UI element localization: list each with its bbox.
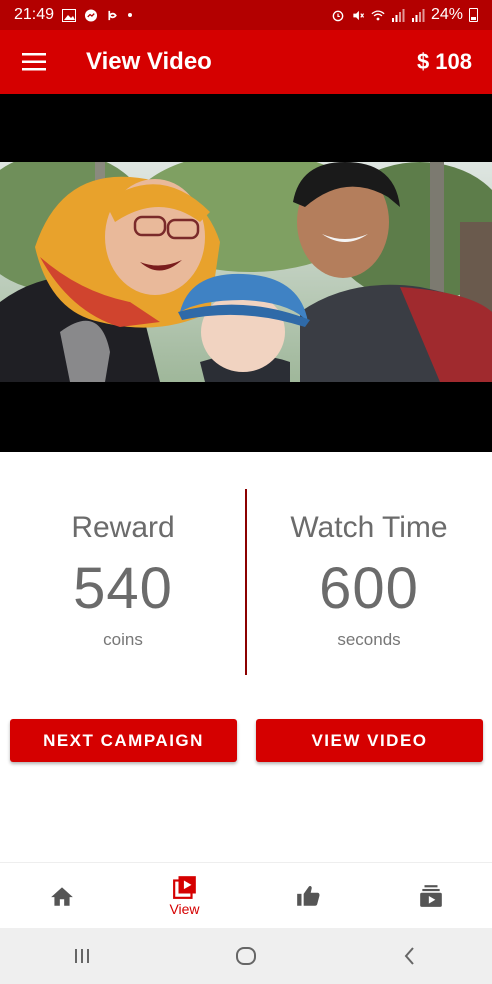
nav-view[interactable]: View [123, 863, 246, 928]
next-campaign-button[interactable]: NEXT CAMPAIGN [10, 719, 237, 762]
recent-apps-icon [75, 949, 89, 963]
notification-dot-icon [128, 13, 133, 17]
recent-apps-button[interactable] [52, 936, 112, 976]
battery-icon [469, 8, 478, 22]
alarm-icon [332, 10, 344, 21]
hamburger-menu-icon [22, 53, 46, 71]
reward-label: Reward [71, 511, 175, 544]
nav-likes[interactable] [246, 863, 369, 928]
back-button[interactable] [380, 936, 440, 976]
menu-button[interactable] [0, 30, 68, 94]
back-chevron-icon [404, 947, 414, 965]
home-icon [50, 886, 73, 906]
page-title: View Video [86, 48, 212, 75]
home-button[interactable] [216, 936, 276, 976]
play-video-icon [172, 876, 196, 899]
home-circle-icon [236, 947, 256, 965]
nav-subscriptions[interactable] [369, 863, 492, 928]
view-video-button[interactable]: VIEW VIDEO [256, 719, 483, 762]
status-time: 21:49 [14, 6, 55, 23]
signal-icon [411, 8, 425, 22]
status-left: 21:49 [14, 6, 133, 24]
wifi-icon [371, 9, 385, 20]
reward-stat: Reward 540 coins [0, 489, 246, 675]
balance-amount: $ 108 [416, 49, 472, 74]
messenger-icon [85, 8, 98, 22]
family-selfie-video-thumbnail [0, 162, 492, 382]
reward-value: 540 [73, 556, 173, 621]
status-right: 24% [331, 6, 478, 24]
stats-divider [245, 489, 247, 675]
nav-view-label: View [169, 901, 200, 917]
watch-time-stat: Watch Time 600 seconds [246, 489, 492, 675]
bottom-nav: View [0, 862, 492, 928]
subscriptions-icon [419, 884, 442, 907]
app-icon [108, 10, 117, 20]
image-icon [62, 8, 77, 22]
watch-time-label: Watch Time [290, 511, 448, 544]
mute-icon [353, 10, 365, 20]
signal-icon [391, 8, 405, 22]
battery-percent: 24% [430, 6, 463, 23]
nav-home[interactable] [0, 863, 123, 928]
watch-time-value: 600 [319, 556, 419, 621]
video-thumbnail [0, 162, 492, 382]
status-bar: 21:49 24% [0, 0, 492, 30]
reward-unit: coins [103, 630, 143, 649]
thumbs-up-icon [296, 885, 319, 906]
system-nav-bar [0, 928, 492, 984]
watch-time-unit: seconds [337, 630, 401, 649]
video-player[interactable] [0, 94, 492, 452]
app-bar: View Video $ 108 [0, 30, 492, 94]
